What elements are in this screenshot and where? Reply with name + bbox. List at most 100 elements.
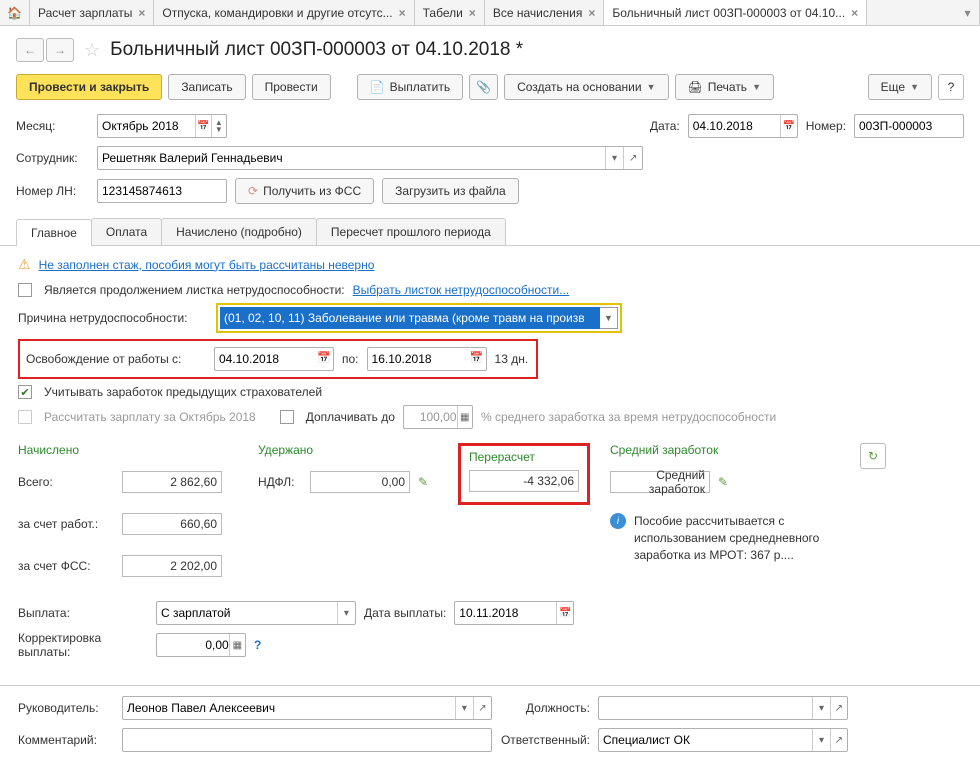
subtab-recalc[interactable]: Пересчет прошлого периода [316,218,506,245]
post-and-close-button[interactable]: Провести и закрыть [16,74,162,100]
open-icon[interactable]: ↗ [623,147,642,169]
subtabs: Главное Оплата Начислено (подробно) Пере… [0,212,980,246]
tab-sick-leave[interactable]: Больничный лист 00ЗП-000003 от 04.10...× [604,0,867,25]
correction-field[interactable]: ▦ [156,633,246,657]
date-field[interactable]: 📅 [688,114,798,138]
continuation-label: Является продолжением листка нетрудоспос… [44,283,345,297]
withheld-header: Удержано [258,443,438,457]
position-field[interactable]: ▾↗ [598,696,848,720]
comment-field[interactable] [122,728,492,752]
select-sheet-link[interactable]: Выбрать листок нетрудоспособности... [353,283,570,297]
help-button[interactable]: ? [938,74,964,100]
ndfl-value: 0,00 [310,471,410,493]
calendar-icon[interactable]: 📅 [470,351,484,364]
manager-field[interactable]: ▾↗ [122,696,492,720]
tab-salary[interactable]: Расчет зарплаты× [30,0,154,25]
more-button[interactable]: Еще▼ [868,74,932,100]
close-icon[interactable]: × [469,6,476,20]
pay-button[interactable]: 📄Выплатить [357,74,463,100]
accrued-header: Начислено [18,443,238,457]
avg-value: Средний заработок [610,471,710,493]
refresh-button[interactable]: ↻ [860,443,886,469]
total-value: 2 862,60 [122,471,222,493]
avg-header: Средний заработок [610,443,840,457]
save-button[interactable]: Записать [168,74,245,100]
calendar-icon[interactable]: 📅 [780,115,797,137]
month-field[interactable]: 📅▲▼ [97,114,227,138]
number-field[interactable] [854,114,964,138]
release-days: 13 дн. [495,352,529,366]
page-title: Больничный лист 00ЗП-000003 от 04.10.201… [110,39,523,61]
chevron-down-icon[interactable]: ▾ [455,697,473,719]
attach-button[interactable]: 📎 [469,74,498,100]
chevron-down-icon[interactable]: ▾ [812,697,829,719]
continuation-checkbox[interactable] [18,283,32,297]
payout-date-field[interactable]: 📅 [454,601,574,625]
close-icon[interactable]: × [138,6,145,20]
toppay-label: Доплачивать до [306,410,395,424]
employer-value: 660,60 [122,513,222,535]
reason-field[interactable]: (01, 02, 10, 11) Заболевание или травма … [220,307,600,329]
print-button[interactable]: 🖨Печать▼ [675,74,774,100]
calendar-icon[interactable]: 📅 [556,602,573,624]
tab-absences[interactable]: Отпуска, командировки и другие отсутс...… [154,0,414,25]
chevron-down-icon[interactable]: ▾ [337,602,355,624]
number-label: Номер: [806,119,846,133]
month-label: Месяц: [16,119,89,133]
correction-label: Корректировка выплаты: [18,631,148,659]
release-label: Освобождение от работы с: [26,352,206,366]
spinner-icon[interactable]: ▲▼ [211,115,226,137]
open-icon[interactable]: ↗ [830,697,847,719]
download-icon: ⟳ [248,184,258,198]
edit-icon[interactable]: ✎ [718,475,728,489]
toppay-checkbox[interactable] [280,410,294,424]
ln-field[interactable] [97,179,227,203]
payout-mode-field[interactable]: ▾ [156,601,356,625]
prev-insurers-checkbox[interactable] [18,385,32,399]
recalc-header: Перерасчет [469,450,535,464]
warning-link[interactable]: Не заполнен стаж, пособия могут быть рас… [39,258,375,272]
forward-button[interactable]: → [46,38,74,62]
chevron-down-icon[interactable]: ▾ [812,729,829,751]
home-tab[interactable]: 🏠 [0,0,30,25]
release-from-field[interactable]: 📅 [214,347,334,371]
open-icon[interactable]: ↗ [830,729,847,751]
clip-icon: 📎 [476,80,491,94]
chevron-down-icon[interactable]: ▼ [600,307,618,329]
chevron-down-icon[interactable]: ▾ [605,147,624,169]
close-icon[interactable]: × [588,6,595,20]
subtab-main[interactable]: Главное [16,219,92,246]
employee-field[interactable]: ▾↗ [97,146,643,170]
open-icon[interactable]: ↗ [473,697,491,719]
post-button[interactable]: Провести [252,74,331,100]
calc-salary-label: Рассчитать зарплату за Октябрь 2018 [44,410,256,424]
home-icon: 🏠 [7,6,22,20]
tabs-dropdown[interactable]: ▾ [956,0,980,25]
position-label: Должность: [500,701,590,715]
ndfl-label: НДФЛ: [258,475,302,489]
payout-label: Выплата: [18,606,148,620]
get-fss-button[interactable]: ⟳Получить из ФСС [235,178,374,204]
subtab-payment[interactable]: Оплата [91,218,162,245]
correction-help[interactable]: ? [254,638,261,652]
calendar-icon[interactable]: 📅 [195,115,210,137]
tab-accruals[interactable]: Все начисления× [485,0,605,25]
tab-timesheets[interactable]: Табели× [415,0,485,25]
subtab-accrued[interactable]: Начислено (подробно) [161,218,317,245]
favorite-icon[interactable]: ☆ [84,40,100,61]
close-icon[interactable]: × [851,6,858,20]
comment-label: Комментарий: [18,733,114,747]
ln-label: Номер ЛН: [16,184,89,198]
load-file-button[interactable]: Загрузить из файла [382,178,519,204]
calc-icon[interactable]: ▦ [229,634,245,656]
calendar-icon[interactable]: 📅 [317,351,331,364]
edit-icon[interactable]: ✎ [418,475,428,489]
close-icon[interactable]: × [399,6,406,20]
release-to-field[interactable]: 📅 [367,347,487,371]
back-button[interactable]: ← [16,38,44,62]
pay-icon: 📄 [370,80,385,94]
total-label: Всего: [18,475,114,489]
create-based-button[interactable]: Создать на основании▼ [504,74,668,100]
responsible-field[interactable]: ▾↗ [598,728,848,752]
printer-icon: 🖨 [688,80,703,94]
